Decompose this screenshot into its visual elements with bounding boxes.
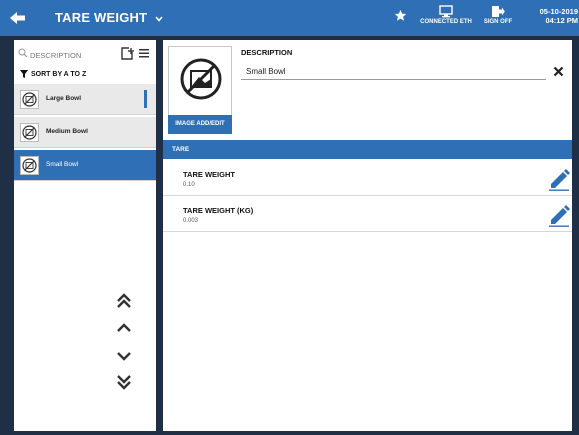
- tare-section-header: TARE: [163, 140, 572, 159]
- no-image-icon: [22, 158, 37, 173]
- monitor-icon: [439, 5, 453, 18]
- tare-weight-row[interactable]: TARE WEIGHT 0.10: [163, 161, 572, 196]
- item-detail-panel: IMAGE ADD/EDIT DESCRIPTION TARE TARE WEI…: [163, 40, 572, 431]
- image-add-edit-button[interactable]: IMAGE ADD/EDIT: [168, 115, 232, 134]
- sign-off-icon: [492, 6, 505, 17]
- clear-icon[interactable]: [553, 66, 564, 77]
- field-label: TARE WEIGHT (KG): [183, 206, 254, 215]
- search-box[interactable]: [18, 47, 108, 63]
- frame-left: [0, 36, 14, 435]
- description-input[interactable]: [241, 64, 546, 80]
- scroll-first-icon[interactable]: [114, 292, 134, 310]
- no-image-icon: [22, 92, 37, 107]
- list-item-small-bowl[interactable]: Small Bowl: [14, 150, 156, 181]
- menu-icon[interactable]: [138, 47, 150, 59]
- connection-status-button[interactable]: CONNECTED ETH: [418, 5, 474, 26]
- frame-bottom: [0, 431, 579, 435]
- sign-off-label: SIGN OFF: [483, 19, 513, 25]
- date-time: 05-10-2019 04:12 PM: [528, 7, 578, 25]
- field-label: TARE WEIGHT: [183, 170, 235, 179]
- search-input[interactable]: [30, 47, 108, 63]
- star-icon[interactable]: [394, 9, 407, 22]
- no-image-icon: [180, 58, 222, 100]
- item-thumbnail: [20, 123, 39, 142]
- sort-label: SORT BY A TO Z: [31, 70, 87, 78]
- list-item-label: Large Bowl: [46, 95, 82, 102]
- item-list-panel: SORT BY A TO Z Large Bowl Medium Bowl: [14, 40, 156, 431]
- edit-pencil-icon[interactable]: [547, 203, 571, 227]
- page-title[interactable]: TARE WEIGHT: [55, 10, 163, 25]
- scroll-indicator: [144, 90, 147, 108]
- list-item-medium-bowl[interactable]: Medium Bowl: [14, 117, 156, 148]
- edit-pencil-icon[interactable]: [547, 167, 571, 191]
- top-bar: TARE WEIGHT CONNECTED ETH SIGN OFF 05-10…: [0, 0, 579, 36]
- frame-divider: [156, 36, 163, 435]
- scroll-up-icon[interactable]: [114, 319, 134, 337]
- item-thumbnail: [20, 90, 39, 109]
- page-title-text: TARE WEIGHT: [55, 10, 148, 25]
- chevron-down-icon: [155, 16, 163, 22]
- field-value: 0.10: [183, 182, 195, 188]
- item-thumbnail: [20, 156, 39, 175]
- scroll-down-icon[interactable]: [114, 347, 134, 365]
- sign-off-button[interactable]: SIGN OFF: [481, 5, 515, 26]
- time-text: 04:12 PM: [545, 16, 578, 25]
- list-item-label: Small Bowl: [46, 161, 79, 168]
- list-item-label: Medium Bowl: [46, 128, 88, 135]
- back-arrow-icon: [10, 12, 25, 24]
- back-button[interactable]: [8, 9, 28, 27]
- sort-button[interactable]: SORT BY A TO Z: [20, 70, 86, 78]
- filter-icon: [20, 70, 28, 78]
- no-image-icon: [22, 125, 37, 140]
- connection-label: CONNECTED ETH: [420, 19, 472, 25]
- tare-weight-kg-row[interactable]: TARE WEIGHT (KG) 0.003: [163, 197, 572, 232]
- description-label: DESCRIPTION: [241, 48, 293, 57]
- search-icon: [18, 48, 28, 58]
- frame-right: [572, 36, 579, 435]
- add-item-icon[interactable]: [120, 47, 134, 61]
- list-item-large-bowl[interactable]: Large Bowl: [14, 84, 156, 115]
- scroll-last-icon[interactable]: [114, 373, 134, 391]
- date-text: 05-10-2019: [539, 7, 578, 16]
- field-value: 0.003: [183, 218, 199, 224]
